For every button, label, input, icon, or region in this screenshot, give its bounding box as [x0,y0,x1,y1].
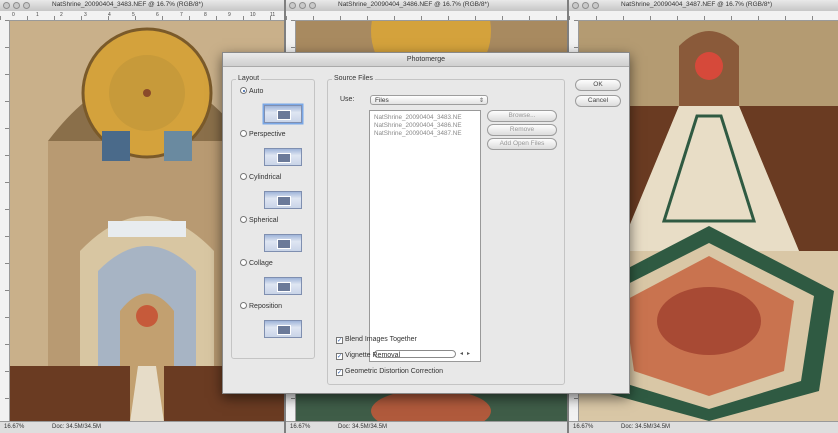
radio-button[interactable] [240,173,247,180]
close-window-icon[interactable] [572,2,579,9]
checkbox-label: Geometric Distortion Correction [345,368,444,375]
file-list-item[interactable]: NatShrine_20090404_3486.NE [374,122,462,129]
source-file-list[interactable]: NatShrine_20090404_3483.NE NatShrine_200… [369,110,481,362]
window-title: NatShrine_20090404_3483.NEF @ 16.7% (RGB… [52,1,204,8]
layout-option-label: Cylindrical [249,174,282,181]
use-select-value: Files [375,97,389,104]
layout-option-reposition[interactable]: Reposition [240,302,282,312]
vertical-ruler[interactable] [0,20,10,422]
browse-button[interactable]: Browse... [487,110,557,122]
photomerge-dialog[interactable]: Photomerge Layout Auto Perspective Cylin… [222,52,630,394]
use-select[interactable]: Files ⇕ [370,95,488,105]
geometric-distortion-checkbox[interactable]: ✓ Geometric Distortion Correction [336,368,443,376]
scroll-left-icon[interactable]: ◂ [460,350,463,357]
vignette-removal-checkbox[interactable]: ✓ Vignette Removal [336,352,400,360]
checkbox-checked-icon[interactable]: ✓ [336,337,343,344]
collage-layout-thumbnail[interactable] [264,277,302,295]
radio-button-selected[interactable] [240,87,247,94]
blend-images-checkbox[interactable]: ✓ Blend Images Together [336,336,417,344]
zoom-level[interactable]: 16.67% [290,424,310,430]
layout-option-label: Reposition [249,303,283,310]
cylindrical-layout-thumbnail[interactable] [264,191,302,209]
checkbox-label: Blend Images Together [345,336,417,343]
horizontal-ruler[interactable]: 0 1 2 3 4 5 6 7 8 9 10 11 [0,11,284,21]
select-arrows-icon: ⇕ [478,98,484,104]
zoom-window-icon[interactable] [23,2,30,9]
file-list-item[interactable]: NatShrine_20090404_3487.NE [374,130,462,137]
remove-button[interactable]: Remove [487,124,557,136]
ruler-tick: 5 [132,12,135,18]
status-bar: 16.67% Doc: 34.5M/34.5M [286,421,567,433]
horizontal-ruler[interactable] [286,11,567,21]
zoom-window-icon[interactable] [309,2,316,9]
ruler-tick: 9 [228,12,231,18]
ruler-tick: 10 [250,12,256,18]
ruler-tick: 4 [108,12,111,18]
layout-option-spherical[interactable]: Spherical [240,216,278,226]
layout-option-label: Auto [249,88,264,95]
layout-group-label: Layout [236,75,262,82]
spherical-layout-thumbnail[interactable] [264,234,302,252]
radio-button[interactable] [240,302,247,309]
radio-button[interactable] [240,259,247,266]
file-list-item[interactable]: NatShrine_20090404_3483.NE [374,114,462,121]
layout-option-label: Spherical [249,217,279,224]
zoom-level[interactable]: 16.67% [573,424,593,430]
reposition-layout-thumbnail[interactable] [264,320,302,338]
scroll-right-icon[interactable]: ▸ [467,350,470,357]
ruler-tick: 8 [204,12,207,18]
ruler-tick: 0 [12,12,15,18]
auto-layout-thumbnail[interactable] [264,105,302,123]
radio-button[interactable] [240,130,247,137]
zoom-window-icon[interactable] [592,2,599,9]
ruler-tick: 1 [36,12,39,18]
layout-option-cylindrical[interactable]: Cylindrical [240,173,281,183]
ruler-tick: 3 [84,12,87,18]
minimize-window-icon[interactable] [299,2,306,9]
minimize-window-icon[interactable] [582,2,589,9]
doc-size[interactable]: Doc: 34.5M/34.5M [338,424,387,430]
window-title: NatShrine_20090404_3486.NEF @ 16.7% (RGB… [338,1,490,8]
status-bar: 16.67% Doc: 34.5M/34.5M [569,421,838,433]
layout-group: Layout Auto Perspective Cylindrical Sphe… [231,75,315,359]
ruler-tick: 7 [180,12,183,18]
layout-option-perspective[interactable]: Perspective [240,130,286,140]
ruler-tick: 2 [60,12,63,18]
ruler-tick: 6 [156,12,159,18]
close-window-icon[interactable] [3,2,10,9]
ruler-tick: 11 [270,12,276,18]
horizontal-ruler[interactable] [569,11,838,21]
ok-button[interactable]: OK [575,79,621,91]
radio-button[interactable] [240,216,247,223]
source-files-group: Source Files Use: Files ⇕ NatShrine_2009… [327,75,565,385]
source-files-label: Source Files [332,75,375,82]
layout-option-collage[interactable]: Collage [240,259,273,269]
add-open-files-button[interactable]: Add Open Files [487,138,557,150]
status-bar: 16.67% Doc: 34.5M/34.5M [0,421,284,433]
minimize-window-icon[interactable] [13,2,20,9]
cancel-button[interactable]: Cancel [575,95,621,107]
zoom-level[interactable]: 16.67% [4,424,24,430]
layout-option-auto[interactable]: Auto [240,87,263,97]
use-label: Use: [340,96,355,103]
dialog-title: Photomerge [223,53,629,67]
doc-size[interactable]: Doc: 34.5M/34.5M [52,424,101,430]
layout-option-label: Collage [249,260,273,267]
close-window-icon[interactable] [289,2,296,9]
checkbox-checked-icon[interactable]: ✓ [336,353,343,360]
checkbox-checked-icon[interactable]: ✓ [336,369,343,376]
checkbox-label: Vignette Removal [345,352,401,359]
layout-option-label: Perspective [249,131,286,138]
doc-size[interactable]: Doc: 34.5M/34.5M [621,424,670,430]
window-title: NatShrine_20090404_3487.NEF @ 16.7% (RGB… [621,1,773,8]
perspective-layout-thumbnail[interactable] [264,148,302,166]
